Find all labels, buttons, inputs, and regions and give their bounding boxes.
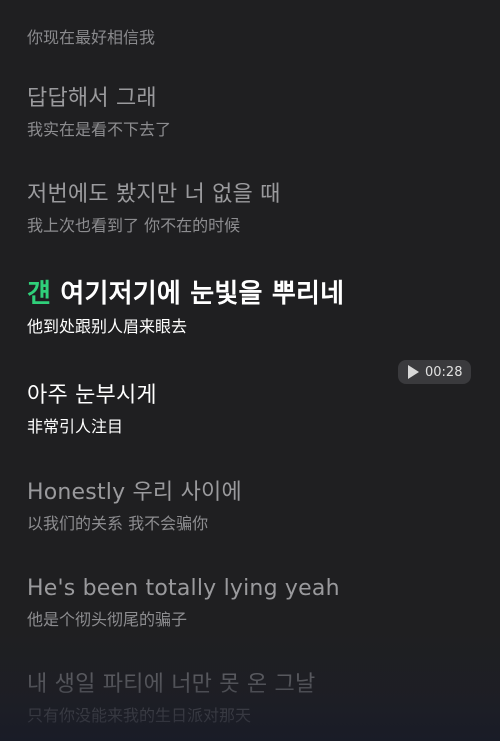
lyric-translation: 以我们的关系 我不会骗你 — [27, 514, 209, 533]
lyric-translation: 我实在是看不下去了 — [27, 120, 172, 139]
lyric-line[interactable]: He's been totally lying yeah 他是个彻头彻尾的骗子 — [27, 575, 467, 631]
lyric-translation: 非常引人注目 — [27, 417, 124, 436]
lyric-line[interactable]: Honestly 우리 사이에 以我们的关系 我不会骗你 — [27, 479, 467, 535]
lyric-translation: 你现在最好相信我 — [27, 28, 156, 47]
unsung-portion: 여기저기에 눈빛을 뿌리네 — [51, 279, 345, 309]
lyric-translation: 只有你没能来我的生日派对那天 — [27, 706, 252, 725]
lyric-text: 내 생일 파티에 너만 못 온 그날 — [27, 672, 316, 697]
lyric-line[interactable]: 내 생일 파티에 너만 못 온 그날 只有你没能来我的生日派对那天 — [27, 671, 467, 727]
lyric-translation: 他是个彻头彻尾的骗子 — [27, 610, 188, 629]
lyric-text: Honestly 우리 사이에 — [27, 480, 242, 505]
lyric-text: 저번에도 봤지만 너 없을 때 — [27, 182, 281, 207]
lyric-text: 답답해서 그래 — [27, 86, 157, 111]
seek-to-time-button[interactable]: 00:28 — [398, 360, 472, 384]
lyric-line[interactable]: 답답해서 그래 我实在是看不下去了 — [27, 85, 467, 141]
lyric-text-current: 걘 여기저기에 눈빛을 뿌리네 — [27, 278, 467, 310]
lyric-translation: 我上次也看到了 你不在的时候 — [27, 216, 241, 235]
lyric-text: He's been totally lying yeah — [27, 576, 340, 601]
lyric-line[interactable]: 아주 눈부시게 非常引人注目 — [27, 382, 467, 438]
lyrics-view[interactable]: 你现在最好相信我 답답해서 그래 我实在是看不下去了 저번에도 봤지만 너 없을… — [0, 0, 500, 741]
play-icon — [408, 365, 419, 379]
lyric-translation-current: 他到处跟别人眉来眼去 — [27, 317, 188, 336]
lyric-text: 아주 눈부시게 — [27, 383, 157, 408]
lyric-line[interactable]: 저번에도 봤지만 너 없을 때 我上次也看到了 你不在的时候 — [27, 181, 467, 237]
top-fade — [0, 0, 500, 22]
lyric-line-current[interactable]: 걘 여기저기에 눈빛을 뿌리네 他到处跟别人眉来眼去 — [27, 278, 467, 338]
sung-portion: 걘 — [27, 279, 52, 309]
seek-time: 00:28 — [425, 364, 463, 380]
